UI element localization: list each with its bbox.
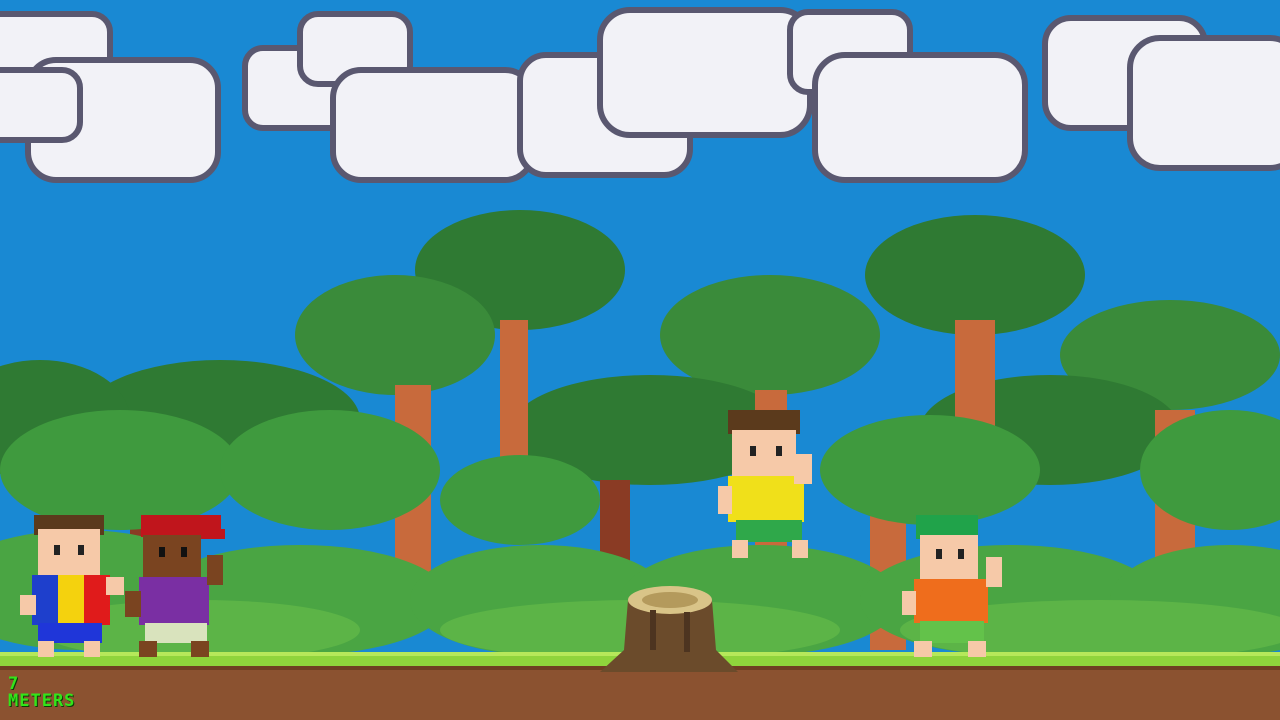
face — [920, 535, 978, 579]
shirt — [728, 476, 804, 522]
shirt — [914, 579, 988, 623]
shorts — [736, 520, 802, 542]
face — [38, 529, 100, 575]
tree-trunk — [955, 320, 995, 430]
shorts — [145, 623, 207, 643]
game-scene[interactable]: 7 METERS — [0, 0, 1280, 720]
distance-hud: 7 METERS — [8, 676, 75, 710]
shorts — [920, 621, 984, 643]
face — [732, 430, 796, 476]
game-world — [0, 0, 1280, 720]
shirt — [139, 577, 209, 625]
face — [143, 535, 201, 577]
dirt-floor — [0, 666, 1280, 720]
distance-unit: METERS — [8, 691, 76, 711]
shorts — [38, 623, 102, 643]
